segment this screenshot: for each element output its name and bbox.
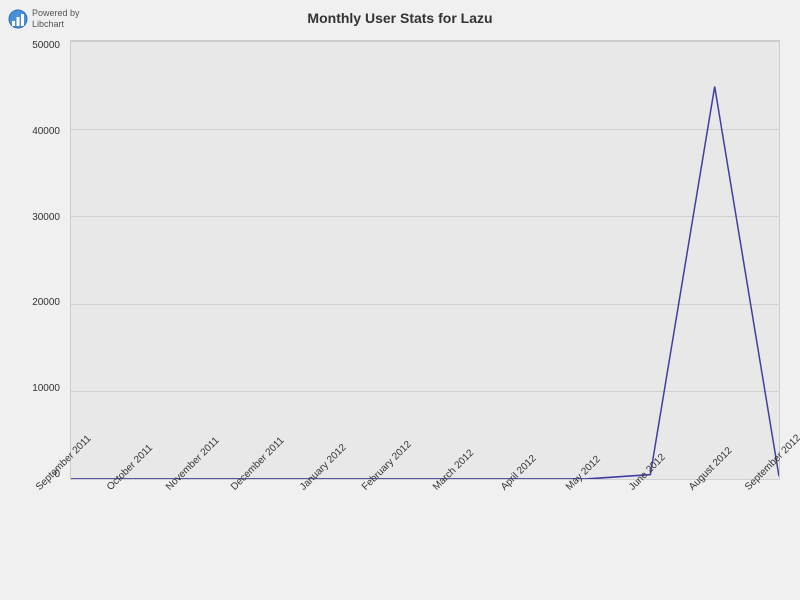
x-label-wrapper-oct2011: October 2011 [134,480,135,496]
chart-container: Powered by Libchart Monthly User Stats f… [0,0,800,600]
x-label-wrapper-mar2012: March 2012 [457,480,458,496]
chart-area [70,40,780,480]
x-label-wrapper-aug2012: August 2012 [715,480,716,496]
x-axis-labels: September 2011 October 2011 November 201… [70,480,780,590]
logo-text: Powered by Libchart [32,8,80,30]
x-label-wrapper-feb2012: February 2012 [392,480,393,496]
libchart-logo-icon [8,9,28,29]
x-label-wrapper-sep2012: September 2012 [779,480,780,496]
y-label-10000: 10000 [32,383,60,394]
x-label-wrapper-sep2011: September 2011 [70,480,71,496]
y-axis-labels: 50000 40000 30000 20000 10000 0 [0,40,65,480]
libchart-logo: Powered by Libchart [8,8,80,30]
x-label-wrapper-jun2012: June 2012 [650,480,651,496]
x-label-wrapper-jan2012: January 2012 [328,480,329,496]
x-label-wrapper-may2012: May 2012 [586,480,587,496]
x-label-wrapper-dec2011: December 2011 [263,480,264,496]
y-label-40000: 40000 [32,126,60,137]
chart-title: Monthly User Stats for Lazu [0,0,800,31]
chart-line [71,87,779,479]
y-label-50000: 50000 [32,40,60,51]
y-label-30000: 30000 [32,212,60,223]
y-label-20000: 20000 [32,297,60,308]
x-label-wrapper-apr2012: April 2012 [521,480,522,496]
line-chart-svg [71,41,779,479]
x-label-wrapper-nov2011: November 2011 [199,480,200,496]
